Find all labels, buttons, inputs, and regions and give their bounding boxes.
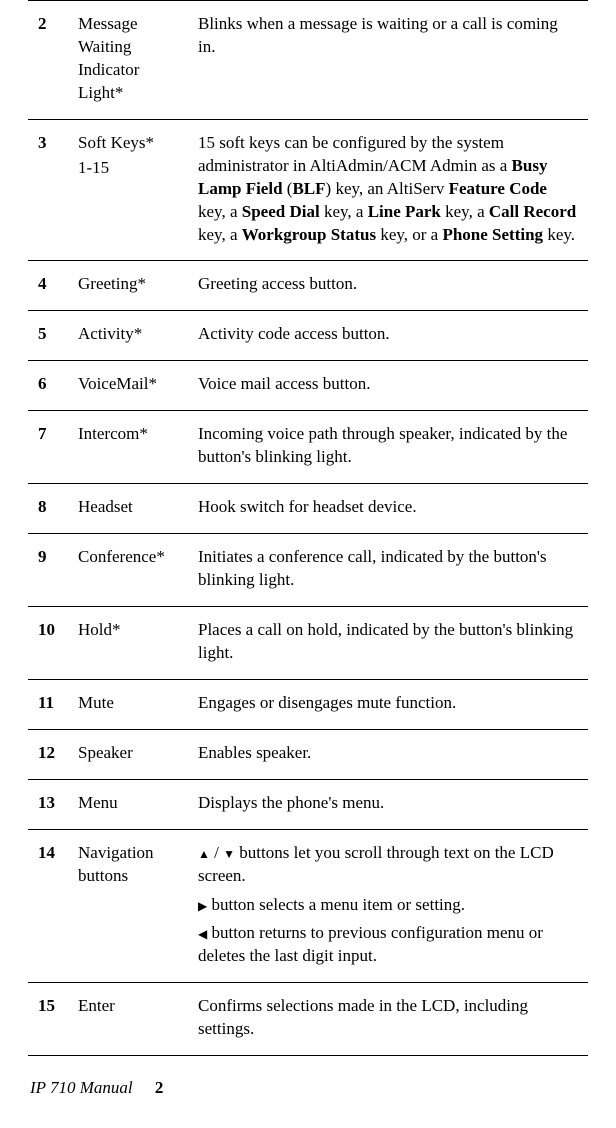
row-description: Hook switch for headset device. bbox=[188, 484, 588, 534]
row-name: Menu bbox=[68, 779, 188, 829]
row-number: 14 bbox=[28, 829, 68, 983]
row-number: 3 bbox=[28, 119, 68, 261]
row-number: 12 bbox=[28, 729, 68, 779]
row-description: Confirms selections made in the LCD, inc… bbox=[188, 983, 588, 1056]
row-name: Enter bbox=[68, 983, 188, 1056]
table-row: 7Intercom*Incoming voice path through sp… bbox=[28, 411, 588, 484]
row-name: Intercom* bbox=[68, 411, 188, 484]
row-name: Mute bbox=[68, 679, 188, 729]
row-name: Message Waiting Indicator Light* bbox=[68, 1, 188, 120]
row-name: Hold* bbox=[68, 606, 188, 679]
row-subtext: 1-15 bbox=[78, 157, 178, 180]
row-name: Headset bbox=[68, 484, 188, 534]
table-row: 8HeadsetHook switch for headset device. bbox=[28, 484, 588, 534]
table-row: 15EnterConfirms selections made in the L… bbox=[28, 983, 588, 1056]
table-row: 11MuteEngages or disengages mute functio… bbox=[28, 679, 588, 729]
row-description: Voice mail access button. bbox=[188, 361, 588, 411]
page-number: 2 bbox=[155, 1078, 164, 1097]
row-description: Blinks when a message is waiting or a ca… bbox=[188, 1, 588, 120]
page-footer: IP 710 Manual 2 bbox=[28, 1078, 588, 1098]
table-row: 2Message Waiting Indicator Light*Blinks … bbox=[28, 1, 588, 120]
row-number: 7 bbox=[28, 411, 68, 484]
row-number: 11 bbox=[28, 679, 68, 729]
row-name: Activity* bbox=[68, 311, 188, 361]
row-number: 9 bbox=[28, 534, 68, 607]
feature-table: 2Message Waiting Indicator Light*Blinks … bbox=[28, 0, 588, 1056]
row-name: Greeting* bbox=[68, 261, 188, 311]
table-row: 10Hold*Places a call on hold, indicated … bbox=[28, 606, 588, 679]
table-row: 13MenuDisplays the phone's menu. bbox=[28, 779, 588, 829]
row-description: ▲ / ▼ buttons let you scroll through tex… bbox=[188, 829, 588, 983]
row-name: Speaker bbox=[68, 729, 188, 779]
row-number: 2 bbox=[28, 1, 68, 120]
row-description: Greeting access button. bbox=[188, 261, 588, 311]
table-row: 12SpeakerEnables speaker. bbox=[28, 729, 588, 779]
row-number: 6 bbox=[28, 361, 68, 411]
row-description: Displays the phone's menu. bbox=[188, 779, 588, 829]
row-number: 8 bbox=[28, 484, 68, 534]
row-number: 4 bbox=[28, 261, 68, 311]
row-description: Places a call on hold, indicated by the … bbox=[188, 606, 588, 679]
row-description: Incoming voice path through speaker, ind… bbox=[188, 411, 588, 484]
table-row: 3Soft Keys*1-1515 soft keys can be confi… bbox=[28, 119, 588, 261]
row-description: 15 soft keys can be configured by the sy… bbox=[188, 119, 588, 261]
row-description: Activity code access button. bbox=[188, 311, 588, 361]
row-name: VoiceMail* bbox=[68, 361, 188, 411]
row-name: Soft Keys*1-15 bbox=[68, 119, 188, 261]
row-number: 10 bbox=[28, 606, 68, 679]
table-row: 14Navigation buttons▲ / ▼ buttons let yo… bbox=[28, 829, 588, 983]
table-row: 6VoiceMail*Voice mail access button. bbox=[28, 361, 588, 411]
row-description: Enables speaker. bbox=[188, 729, 588, 779]
table-row: 5Activity*Activity code access button. bbox=[28, 311, 588, 361]
document-page: 2Message Waiting Indicator Light*Blinks … bbox=[0, 0, 616, 1128]
row-name: Conference* bbox=[68, 534, 188, 607]
row-name: Navigation buttons bbox=[68, 829, 188, 983]
row-number: 15 bbox=[28, 983, 68, 1056]
manual-title: IP 710 Manual bbox=[30, 1078, 133, 1097]
table-row: 9Conference*Initiates a conference call,… bbox=[28, 534, 588, 607]
table-row: 4Greeting*Greeting access button. bbox=[28, 261, 588, 311]
row-description: Initiates a conference call, indicated b… bbox=[188, 534, 588, 607]
row-number: 5 bbox=[28, 311, 68, 361]
row-number: 13 bbox=[28, 779, 68, 829]
row-description: Engages or disengages mute function. bbox=[188, 679, 588, 729]
